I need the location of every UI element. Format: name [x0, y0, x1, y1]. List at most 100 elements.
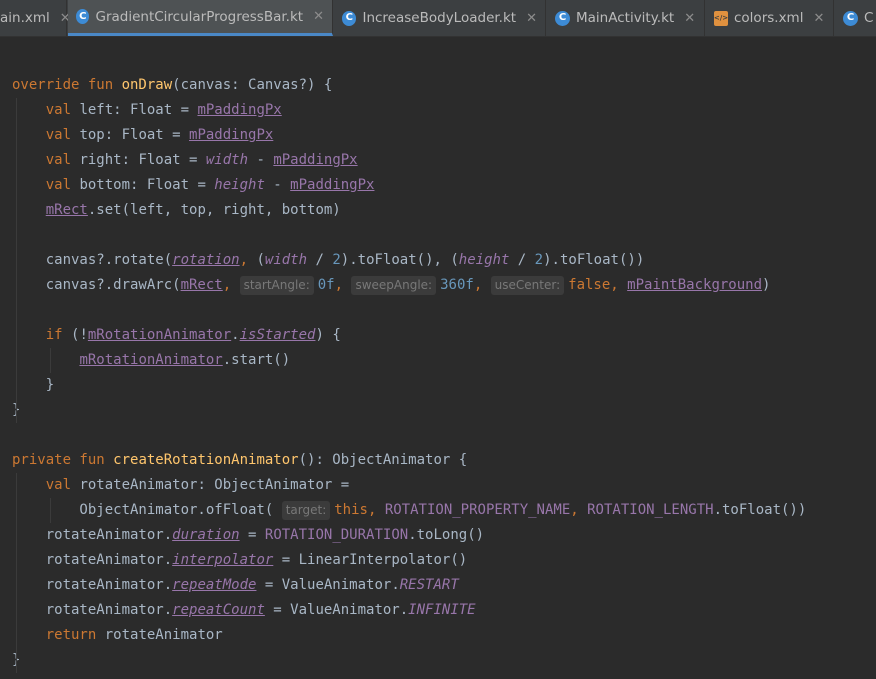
- indent-guide: [49, 348, 51, 373]
- tab-main-xml[interactable]: ain.xml ✕: [0, 0, 71, 36]
- code-token: canvas?.rotate(: [12, 252, 173, 268]
- code-token: -: [264, 177, 291, 193]
- code-line[interactable]: canvas?.rotate(rotation, (width / 2).toF…: [12, 248, 645, 273]
- code-token: mPaddingPx: [189, 127, 274, 143]
- code-token: mPaddingPx: [290, 177, 375, 193]
- code-token: ,: [334, 277, 352, 293]
- code-token: = LinearInterpolator(): [273, 552, 468, 568]
- code-line[interactable]: if (!mRotationAnimator.isStarted) {: [12, 323, 341, 348]
- code-token: 0f: [317, 277, 335, 293]
- code-token: .toLong(): [408, 527, 485, 543]
- kotlin-class-icon: C: [342, 10, 357, 26]
- code-line[interactable]: val top: Float = mPaddingPx: [12, 123, 274, 148]
- code-line[interactable]: rotateAnimator.interpolator = LinearInte…: [12, 548, 467, 573]
- code-token: if: [45, 327, 72, 343]
- code-token: false,: [568, 277, 628, 293]
- tab-label: ain.xml: [0, 10, 50, 26]
- code-line[interactable]: mRect.set(left, top, right, bottom): [12, 198, 341, 223]
- code-token: =: [239, 527, 265, 543]
- code-token: repeatMode: [172, 577, 257, 593]
- code-token: }: [12, 377, 55, 393]
- code-token: rotateAnimator: [104, 627, 223, 643]
- code-token: .set(left, top, right, bottom): [87, 202, 341, 218]
- close-icon[interactable]: ✕: [813, 11, 824, 26]
- code-token: ROTATION_DURATION: [264, 527, 409, 543]
- close-icon[interactable]: ✕: [313, 9, 324, 24]
- kotlin-class-icon: C: [76, 9, 90, 24]
- code-token: .start(): [222, 352, 291, 368]
- code-editor[interactable]: override fun onDraw(canvas: Canvas?) { v…: [0, 37, 876, 679]
- tab-label: IncreaseBodyLoader.kt: [362, 10, 517, 26]
- code-token: duration: [172, 527, 240, 543]
- close-icon[interactable]: ✕: [684, 11, 695, 26]
- code-line[interactable]: return rotateAnimator: [12, 623, 223, 648]
- code-line[interactable]: val right: Float = width - mPaddingPx: [12, 148, 358, 173]
- code-line[interactable]: rotateAnimator.duration = ROTATION_DURAT…: [12, 523, 484, 548]
- code-line[interactable]: }: [12, 373, 54, 398]
- code-token: ): [762, 277, 771, 293]
- indent-guide: [16, 98, 17, 423]
- code-token: ) {: [315, 327, 341, 343]
- code-token: 2: [332, 252, 341, 268]
- code-token: height: [458, 252, 510, 268]
- code-token: ,: [570, 502, 588, 518]
- code-token: canvas?.drawArc(: [12, 277, 181, 293]
- tab-increase-body-loader[interactable]: C IncreaseBodyLoader.kt ✕: [334, 0, 546, 36]
- code-token: left: Float =: [79, 102, 198, 118]
- code-line[interactable]: mRotationAnimator.start(): [12, 348, 290, 373]
- code-token: 2: [534, 252, 544, 268]
- code-line[interactable]: val bottom: Float = height - mPaddingPx: [12, 173, 375, 198]
- code-token: (!: [71, 327, 88, 343]
- code-token: val: [45, 477, 80, 493]
- code-token: (): ObjectAnimator {: [298, 452, 468, 468]
- tab-gradient-circular-progress-bar[interactable]: C GradientCircularProgressBar.kt ✕: [68, 0, 333, 36]
- code-token: ).toFloat()): [543, 252, 645, 268]
- code-token: .toFloat()): [713, 502, 807, 518]
- code-line[interactable]: rotateAnimator.repeatMode = ValueAnimato…: [12, 573, 459, 598]
- code-line[interactable]: canvas?.drawArc(mRect, startAngle: 0f, sw…: [12, 273, 770, 298]
- code-token: /: [509, 252, 535, 268]
- parameter-hint: startAngle:: [239, 276, 314, 295]
- code-token: rotateAnimator: ObjectAnimator =: [79, 477, 350, 493]
- xml-file-icon: </>: [714, 10, 728, 26]
- code-token: height: [214, 177, 265, 193]
- editor-tab-bar: ain.xml ✕ C GradientCircularProgressBar.…: [0, 0, 876, 37]
- code-token: private fun: [12, 452, 114, 468]
- code-token: ROTATION_PROPERTY_NAME: [384, 502, 571, 518]
- code-token: mPaddingPx: [197, 102, 282, 118]
- parameter-hint: target:: [281, 501, 331, 520]
- code-token: INFINITE: [408, 602, 476, 618]
- code-token: val: [45, 152, 80, 168]
- tab-colors-xml[interactable]: </> colors.xml ✕: [706, 0, 834, 36]
- code-token: RESTART: [399, 577, 459, 593]
- indent-guide: [49, 498, 51, 523]
- code-token: = ValueAnimator.: [264, 602, 409, 618]
- code-token: (: [248, 252, 265, 268]
- code-token: return: [45, 627, 105, 643]
- code-token: ).toFloat(), (: [340, 252, 459, 268]
- code-line[interactable]: val left: Float = mPaddingPx: [12, 98, 282, 123]
- code-token: isStarted: [239, 327, 316, 343]
- code-line[interactable]: val rotateAnimator: ObjectAnimator =: [12, 473, 349, 498]
- code-line[interactable]: private fun createRotationAnimator(): Ob…: [12, 448, 467, 473]
- code-token: val: [45, 127, 80, 143]
- code-token: repeatCount: [172, 602, 265, 618]
- code-token: ,: [239, 252, 249, 268]
- code-token: bottom: Float =: [79, 177, 215, 193]
- code-token: = ValueAnimator.: [256, 577, 400, 593]
- code-token: ,: [222, 277, 240, 293]
- code-token: mPaintBackground: [627, 277, 763, 293]
- code-token: rotation: [172, 252, 240, 268]
- close-icon[interactable]: ✕: [526, 11, 537, 26]
- tab-truncated[interactable]: C C: [835, 0, 876, 36]
- code-line[interactable]: override fun onDraw(canvas: Canvas?) {: [12, 73, 332, 98]
- code-line[interactable]: rotateAnimator.repeatCount = ValueAnimat…: [12, 598, 476, 623]
- code-line[interactable]: ObjectAnimator.ofFloat( target: this, ROT…: [12, 498, 806, 523]
- tab-main-activity[interactable]: C MainActivity.kt ✕: [547, 0, 705, 36]
- code-token: mRotationAnimator: [87, 327, 232, 343]
